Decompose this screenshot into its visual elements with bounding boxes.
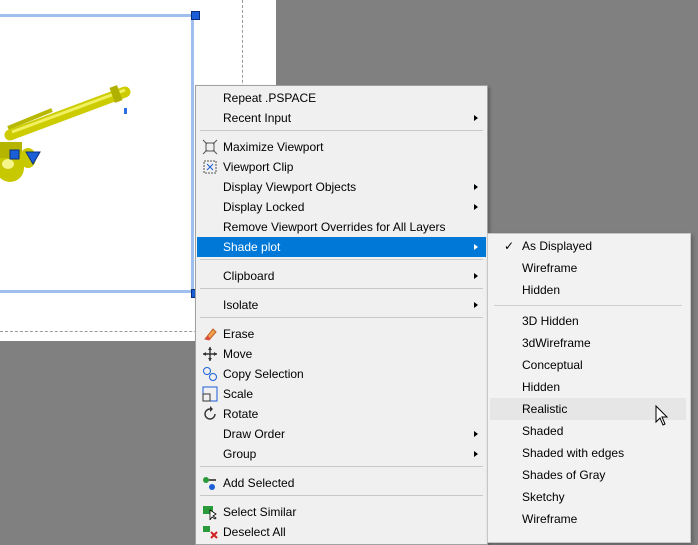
submenu-item-label: Shaded bbox=[522, 424, 564, 438]
checkmark-icon: ✓ bbox=[504, 239, 515, 253]
menu-item-label: Clipboard bbox=[223, 269, 275, 283]
submenu-item-label: Wireframe bbox=[522, 512, 578, 526]
menu-item-label: Draw Order bbox=[223, 427, 286, 441]
submenu-item-label: As Displayed bbox=[522, 239, 593, 253]
submenu-item-sketchy[interactable]: Sketchy bbox=[490, 486, 686, 508]
submenu-arrow-icon bbox=[474, 273, 478, 279]
submenu-arrow-icon bbox=[474, 451, 478, 457]
menu-separator bbox=[200, 495, 483, 496]
submenu-item-as-displayed[interactable]: ✓ As Displayed bbox=[490, 235, 686, 257]
menu-item-label: Copy Selection bbox=[223, 367, 304, 381]
menu-separator bbox=[200, 259, 483, 260]
submenu-arrow-icon bbox=[474, 115, 478, 121]
menu-separator bbox=[200, 130, 483, 131]
menu-item-label: Display Viewport Objects bbox=[223, 180, 357, 194]
menu-item-label: Rotate bbox=[223, 407, 259, 421]
menu-item-display-viewport-objects[interactable]: Display Viewport Objects bbox=[197, 177, 486, 197]
menu-item-label: Isolate bbox=[223, 298, 259, 312]
submenu-separator bbox=[494, 305, 682, 306]
menu-item-label: Recent Input bbox=[223, 111, 292, 125]
shade-plot-submenu: ✓ As Displayed Wireframe Hidden 3D Hidde… bbox=[487, 233, 691, 543]
mouse-pointer-icon bbox=[655, 405, 669, 426]
menu-item-label: Maximize Viewport bbox=[223, 140, 324, 154]
submenu-item-wireframe[interactable]: Wireframe bbox=[490, 257, 686, 279]
menu-item-draw-order[interactable]: Draw Order bbox=[197, 424, 486, 444]
move-icon bbox=[203, 347, 217, 361]
menu-item-add-selected[interactable]: Add Selected bbox=[197, 473, 486, 493]
submenu-item-label: Hidden bbox=[522, 283, 561, 297]
scale-icon bbox=[202, 386, 218, 402]
menu-item-clipboard[interactable]: Clipboard bbox=[197, 266, 486, 286]
submenu-item-label: Hidden bbox=[522, 380, 561, 394]
menu-item-group[interactable]: Group bbox=[197, 444, 486, 464]
menu-item-label: Add Selected bbox=[223, 476, 295, 490]
add-selected-icon bbox=[203, 477, 216, 490]
submenu-item-shades-of-gray[interactable]: Shades of Gray bbox=[490, 464, 686, 486]
menu-item-shade-plot[interactable]: Shade plot bbox=[197, 237, 486, 257]
menu-item-label: Group bbox=[223, 447, 257, 461]
viewport-grip-top-right[interactable] bbox=[191, 11, 200, 20]
menu-item-label: Deselect All bbox=[223, 525, 286, 539]
menu-item-repeat-pspace[interactable]: Repeat .PSPACE bbox=[197, 88, 486, 108]
menu-item-recent-input[interactable]: Recent Input bbox=[197, 108, 486, 128]
menu-item-label: Scale bbox=[223, 387, 254, 401]
submenu-arrow-icon bbox=[474, 431, 478, 437]
menu-separator bbox=[200, 317, 483, 318]
submenu-item-hidden[interactable]: Hidden bbox=[490, 279, 686, 301]
menu-item-erase[interactable]: Erase bbox=[197, 324, 486, 344]
menu-item-select-similar[interactable]: Select Similar bbox=[197, 502, 486, 522]
submenu-item-label: Wireframe bbox=[522, 261, 578, 275]
menu-item-label: Shade plot bbox=[223, 240, 281, 254]
context-menu: Repeat .PSPACE Recent Input Maximize Vie… bbox=[195, 85, 488, 545]
submenu-item-conceptual[interactable]: Conceptual bbox=[490, 354, 686, 376]
submenu-item-label: Conceptual bbox=[522, 358, 583, 372]
copy-icon bbox=[203, 367, 217, 381]
submenu-item-label: 3dWireframe bbox=[522, 336, 591, 350]
pipe-model-icon[interactable] bbox=[0, 80, 150, 200]
menu-item-isolate[interactable]: Isolate bbox=[197, 295, 486, 315]
model-grip bbox=[9, 149, 20, 160]
menu-item-label: Repeat .PSPACE bbox=[223, 91, 317, 105]
menu-item-viewport-clip[interactable]: Viewport Clip bbox=[197, 157, 486, 177]
menu-item-copy-selection[interactable]: Copy Selection bbox=[197, 364, 486, 384]
menu-item-label: Remove Viewport Overrides for All Layers bbox=[223, 220, 446, 234]
deselect-all-icon bbox=[203, 526, 218, 539]
submenu-item-3d-hidden[interactable]: 3D Hidden bbox=[490, 310, 686, 332]
menu-separator bbox=[200, 466, 483, 467]
rotate-icon bbox=[204, 406, 216, 420]
submenu-arrow-icon bbox=[474, 204, 478, 210]
submenu-item-label: Sketchy bbox=[522, 490, 565, 504]
menu-item-label: Move bbox=[223, 347, 253, 361]
submenu-arrow-icon bbox=[474, 184, 478, 190]
menu-item-label: Select Similar bbox=[223, 505, 297, 519]
menu-item-rotate[interactable]: Rotate bbox=[197, 404, 486, 424]
menu-item-scale[interactable]: Scale bbox=[197, 384, 486, 404]
menu-item-maximize-viewport[interactable]: Maximize Viewport bbox=[197, 137, 486, 157]
menu-item-remove-viewport-overrides[interactable]: Remove Viewport Overrides for All Layers bbox=[197, 217, 486, 237]
menu-item-deselect-all[interactable]: Deselect All bbox=[197, 522, 486, 542]
select-similar-icon bbox=[203, 506, 217, 520]
submenu-item-3dwireframe[interactable]: 3dWireframe bbox=[490, 332, 686, 354]
menu-item-label: Display Locked bbox=[223, 200, 305, 214]
menu-item-display-locked[interactable]: Display Locked bbox=[197, 197, 486, 217]
submenu-arrow-icon bbox=[474, 244, 478, 250]
menu-separator bbox=[200, 288, 483, 289]
maximize-viewport-icon bbox=[202, 139, 218, 155]
submenu-item-wireframe-style[interactable]: Wireframe bbox=[490, 508, 686, 530]
menu-item-label: Erase bbox=[223, 327, 255, 341]
eraser-icon bbox=[204, 328, 217, 341]
submenu-item-label: Shades of Gray bbox=[522, 468, 606, 482]
submenu-item-label: Realistic bbox=[522, 402, 568, 416]
submenu-item-label: Shaded with edges bbox=[522, 446, 625, 460]
submenu-arrow-icon bbox=[474, 302, 478, 308]
submenu-item-shaded-with-edges[interactable]: Shaded with edges bbox=[490, 442, 686, 464]
menu-item-move[interactable]: Move bbox=[197, 344, 486, 364]
viewport-clip-icon bbox=[203, 160, 217, 174]
submenu-item-hidden-style[interactable]: Hidden bbox=[490, 376, 686, 398]
submenu-item-label: 3D Hidden bbox=[522, 314, 579, 328]
menu-item-label: Viewport Clip bbox=[223, 160, 294, 174]
